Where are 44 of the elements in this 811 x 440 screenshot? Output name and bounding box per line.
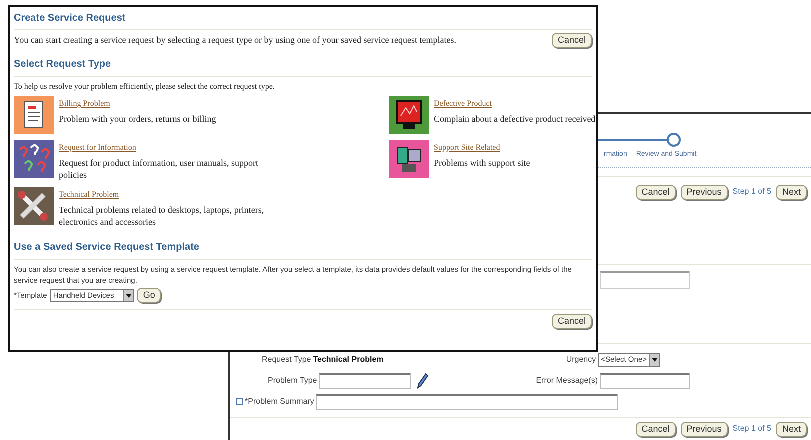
intro-text: You can start creating a service request by selecting a request type or by using one of your saved service request templates.: [14, 34, 456, 47]
pencil-icon[interactable]: [417, 372, 430, 388]
request-type-description: Request for product information, user manuals, support policies: [59, 157, 260, 181]
cancel-button[interactable]: Cancel: [636, 184, 676, 200]
text-field[interactable]: [319, 372, 412, 388]
next-button[interactable]: Next: [776, 422, 807, 436]
cancel-button[interactable]: Cancel: [636, 422, 676, 436]
field-label: Urgency: [566, 354, 596, 366]
section-title: Use a Saved Service Request Template: [14, 241, 200, 255]
next-button[interactable]: Next: [776, 184, 807, 200]
request-type-link[interactable]: Support Site Related: [434, 142, 500, 154]
text-field[interactable]: [600, 372, 690, 388]
step-indicator: Step 1 of 5: [732, 423, 772, 435]
billing-document-icon: [14, 96, 54, 134]
request-type-description: Problem with your orders, returns or billing: [59, 113, 216, 125]
cancel-button[interactable]: Cancel: [552, 33, 592, 48]
previous-button[interactable]: Previous: [680, 422, 728, 436]
monitor-icon: [389, 96, 429, 134]
wrench-tools-icon: [14, 187, 54, 225]
text-field[interactable]: [316, 394, 618, 410]
field-label: *Problem Summary: [245, 396, 314, 408]
request-type-description: Technical problems related to desktops, laptops, printers, electronics and accessories: [59, 204, 266, 228]
request-type-link[interactable]: Defective Product: [434, 98, 492, 110]
request-type-link[interactable]: Request for Information: [59, 142, 136, 154]
instructions-text: To help us resolve your problem efficiently, please select the correct request type.: [14, 81, 276, 93]
request-type-description: Complain about a defective product received: [434, 113, 596, 125]
request-type-description: Problems with support site: [434, 157, 530, 169]
cancel-button[interactable]: Cancel: [552, 314, 592, 329]
request-type-link[interactable]: Billing Problem: [59, 98, 110, 110]
devices-icon: [389, 140, 429, 178]
question-marks-icon: [14, 140, 54, 178]
dropdown-arrow-icon[interactable]: [652, 358, 658, 362]
field-label: Problem Type: [268, 374, 318, 386]
window-title: Create Service Request: [14, 12, 127, 26]
field-label: Error Message(s): [536, 374, 598, 386]
text-field[interactable]: [600, 270, 690, 288]
dropdown-arrow-icon[interactable]: [126, 294, 132, 298]
request-type-link[interactable]: Technical Problem: [59, 189, 120, 201]
go-button[interactable]: Go: [137, 288, 162, 303]
field-value: Technical Problem: [313, 354, 384, 366]
step-indicator: Step 1 of 5: [732, 186, 772, 198]
field-label: Request Type: [262, 354, 312, 366]
previous-button[interactable]: Previous: [680, 184, 728, 200]
section-title: Select Request Type: [14, 58, 112, 72]
